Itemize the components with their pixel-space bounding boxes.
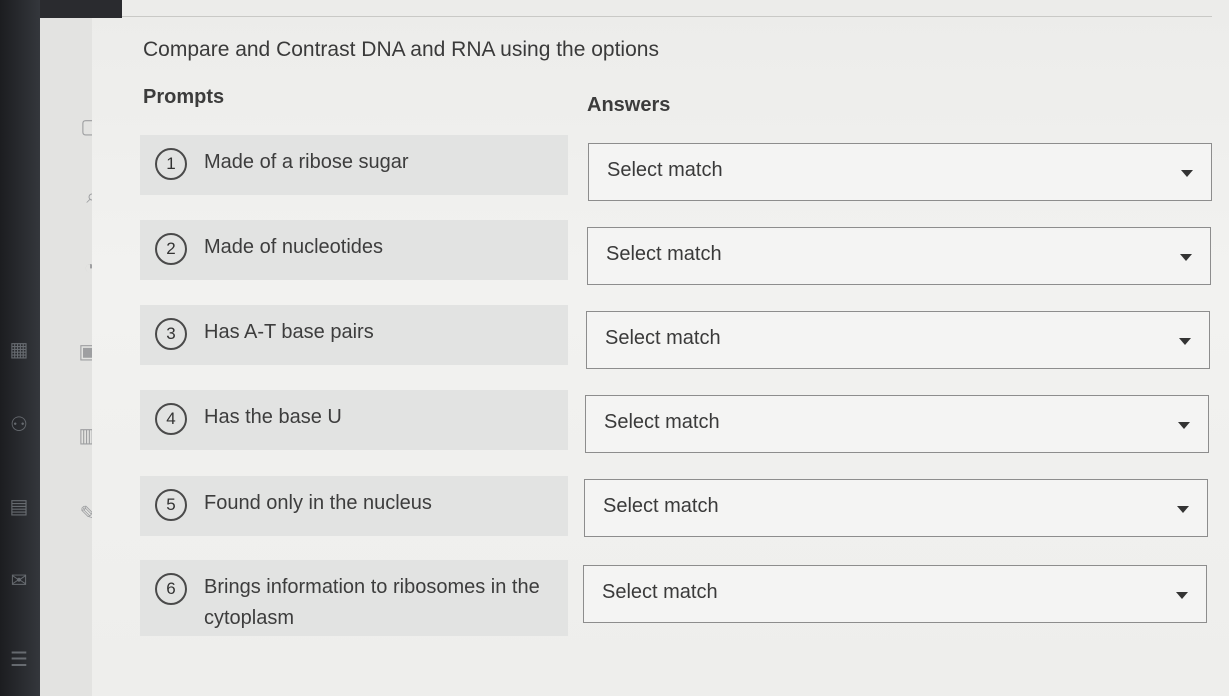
grid-icon[interactable]: ▦: [4, 335, 34, 365]
chevron-down-icon: [1176, 592, 1188, 599]
select-value: Select match: [602, 581, 718, 603]
prompt-number: 6: [155, 573, 187, 605]
select-value: Select match: [603, 495, 719, 517]
answer-select-2[interactable]: Select match: [587, 227, 1211, 285]
top-bar: [40, 0, 122, 18]
prompt-number: 2: [155, 233, 187, 265]
prompt-text: Made of nucleotides: [204, 236, 384, 258]
prompt-number: 5: [155, 489, 187, 521]
chevron-down-icon: [1180, 254, 1192, 261]
prompt-number: 3: [155, 318, 187, 350]
chevron-down-icon: [1181, 170, 1193, 177]
prompt-item-3: 3 Has A-T base pairs: [140, 305, 568, 365]
select-value: Select match: [606, 243, 722, 265]
chevron-down-icon: [1179, 338, 1191, 345]
prompt-text: Has A-T base pairs: [204, 321, 374, 343]
prompt-number: 4: [155, 403, 187, 435]
question-title: Compare and Contrast DNA and RNA using t…: [143, 38, 659, 61]
prompt-number: 1: [155, 148, 187, 180]
prompts-header: Prompts: [143, 86, 225, 108]
select-value: Select match: [605, 327, 721, 349]
divider: [122, 16, 1212, 17]
prompt-text: Has the base U: [204, 406, 342, 428]
answer-select-4[interactable]: Select match: [585, 395, 1209, 453]
select-value: Select match: [604, 411, 720, 433]
prompt-item-5: 5 Found only in the nucleus: [140, 476, 568, 536]
answer-select-3[interactable]: Select match: [586, 311, 1210, 369]
answers-header: Answers: [587, 94, 671, 116]
left-rail: ▦ ⚇ ▤ ✉ ☰: [0, 0, 40, 696]
calendar-icon[interactable]: ▤: [4, 492, 34, 522]
prompt-text: Brings information to ribosomes in the c…: [204, 576, 540, 629]
prompt-item-6: 6 Brings information to ribosomes in the…: [140, 560, 568, 636]
side-panel: ▢ ⌕ ◔ ▣ ▥ ✎: [40, 0, 99, 696]
chevron-down-icon: [1178, 422, 1190, 429]
prompt-item-1: 1 Made of a ribose sugar: [140, 135, 568, 195]
mail-icon[interactable]: ✉: [4, 566, 34, 596]
prompt-item-4: 4 Has the base U: [140, 390, 568, 450]
answer-select-6[interactable]: Select match: [583, 565, 1207, 623]
people-icon[interactable]: ⚇: [4, 410, 34, 440]
prompt-text: Found only in the nucleus: [204, 492, 432, 514]
chevron-down-icon: [1177, 506, 1189, 513]
prompt-text: Made of a ribose sugar: [204, 151, 409, 173]
answer-select-1[interactable]: Select match: [588, 143, 1212, 201]
select-value: Select match: [607, 159, 723, 181]
prompt-item-2: 2 Made of nucleotides: [140, 220, 568, 280]
answer-select-5[interactable]: Select match: [584, 479, 1208, 537]
list-icon[interactable]: ☰: [4, 645, 34, 675]
